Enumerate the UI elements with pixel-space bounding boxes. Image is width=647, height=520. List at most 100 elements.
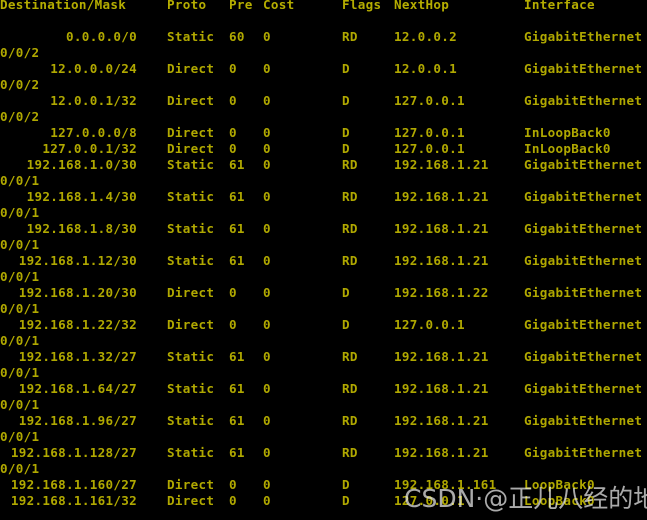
cell-flags: D	[342, 125, 350, 140]
terminal-window[interactable]: Destination/Mask Proto Pre Cost Flags NextHop…	[0, 0, 647, 520]
column-header-cost: Cost	[263, 0, 295, 12]
cell-destination: 127.0.0.1/32	[42, 141, 137, 156]
cell-spacer	[137, 285, 167, 301]
cell-destination: 192.168.1.96/27	[18, 413, 137, 428]
cell-spacer	[137, 317, 167, 333]
table-row: 12.0.0.0/24 Direct 0 0 D 12.0.0.1 GigabitEthe…	[0, 61, 647, 77]
cell-spacer	[137, 157, 167, 173]
cell-pre: 0	[229, 141, 237, 156]
cell-spacer	[137, 125, 167, 141]
cell-flags: D	[342, 493, 350, 508]
cell-flags: RD	[342, 413, 358, 428]
cell-proto: Direct	[167, 125, 215, 140]
table-row: 192.168.1.4/30 Static 61 0 RD 192.168.1.21 Gi…	[0, 189, 647, 205]
cell-interface: InLoopBack0	[524, 141, 611, 156]
cell-nexthop: 192.168.1.21	[394, 381, 489, 396]
cell-proto: Direct	[167, 493, 215, 508]
cell-flags: RD	[342, 29, 358, 44]
cell-proto: Static	[167, 221, 215, 236]
cell-flags: D	[342, 93, 350, 108]
table-row: 0.0.0.0/0 Static 60 0 RD 12.0.0.2 GigabitEthe…	[0, 29, 647, 45]
cell-spacer	[137, 61, 167, 77]
cell-spacer	[137, 221, 167, 237]
interface-wrap-line: 0/0/1	[0, 173, 40, 188]
cell-interface: LoopBack0	[524, 477, 595, 492]
cell-nexthop: 192.168.1.22	[394, 285, 489, 300]
cell-pre: 60	[229, 29, 245, 44]
cell-flags: RD	[342, 253, 358, 268]
cell-interface: LoopBack0	[524, 493, 595, 508]
interface-wrap-line: 0/0/1	[0, 429, 40, 444]
cell-cost: 0	[263, 29, 271, 44]
cell-proto: Static	[167, 189, 215, 204]
table-row: 192.168.1.128/27 Static 61 0 RD 192.168.1.21…	[0, 445, 647, 461]
column-header-flags: Flags	[342, 0, 382, 12]
table-row: 192.168.1.64/27 Static 61 0 RD 192.168.1.21 G…	[0, 381, 647, 397]
table-row: 12.0.0.1/32 Direct 0 0 D 127.0.0.1 GigabitEth…	[0, 93, 647, 109]
cell-pre: 61	[229, 413, 245, 428]
cell-proto: Direct	[167, 477, 215, 492]
cell-proto: Direct	[167, 141, 215, 156]
column-header-proto: Proto	[167, 0, 207, 12]
cell-cost: 0	[263, 221, 271, 236]
cell-cost: 0	[263, 189, 271, 204]
cell-pre: 61	[229, 253, 245, 268]
cell-nexthop: 127.0.0.1	[394, 93, 465, 108]
cell-spacer	[137, 93, 167, 109]
routing-table-header: Destination/Mask Proto Pre Cost Flags NextHop…	[0, 0, 647, 13]
table-row: 192.168.1.0/30 Static 61 0 RD 192.168.1.21 Gi…	[0, 157, 647, 173]
cell-flags: RD	[342, 349, 358, 364]
cell-cost: 0	[263, 285, 271, 300]
cell-interface: GigabitEthernet	[524, 29, 643, 44]
cell-cost: 0	[263, 141, 271, 156]
cell-cost: 0	[263, 413, 271, 428]
cell-proto: Direct	[167, 285, 215, 300]
cell-destination: 0.0.0.0/0	[66, 29, 137, 44]
interface-wrap-line: 0/0/2	[0, 77, 40, 92]
cell-nexthop: 12.0.0.1	[394, 61, 458, 76]
cell-cost: 0	[263, 157, 271, 172]
interface-wrap-line: 0/0/1	[0, 461, 40, 476]
cell-destination: 192.168.1.0/30	[26, 157, 137, 172]
cell-flags: D	[342, 61, 350, 76]
cell-cost: 0	[263, 93, 271, 108]
cell-flags: RD	[342, 189, 358, 204]
interface-wrap-line: 0/0/1	[0, 205, 40, 220]
table-row: 127.0.0.1/32 Direct 0 0 D 127.0.0.1 InLoopBac…	[0, 141, 647, 157]
cell-proto: Static	[167, 253, 215, 268]
cell-pre: 61	[229, 381, 245, 396]
cell-cost: 0	[263, 381, 271, 396]
cell-proto: Static	[167, 381, 215, 396]
cell-flags: RD	[342, 221, 358, 236]
cell-nexthop: 192.168.1.21	[394, 413, 489, 428]
cell-pre: 0	[229, 93, 237, 108]
column-header-interface: Interface	[524, 0, 595, 12]
cell-nexthop: 12.0.0.2	[394, 29, 458, 44]
cell-cost: 0	[263, 125, 271, 140]
table-row: 192.168.1.96/27 Static 61 0 RD 192.168.1.21 G…	[0, 413, 647, 429]
cell-interface: GigabitEthernet	[524, 221, 643, 236]
cell-proto: Static	[167, 157, 215, 172]
cell-proto: Static	[167, 445, 215, 460]
interface-wrap-line: 0/0/2	[0, 45, 40, 60]
cell-destination: 127.0.0.0/8	[50, 125, 137, 140]
cell-proto: Direct	[167, 61, 215, 76]
cell-pre: 0	[229, 285, 237, 300]
column-header-destination: Destination/Mask	[0, 0, 127, 12]
interface-wrap-line: 0/0/1	[0, 397, 40, 412]
cell-destination: 12.0.0.1/32	[50, 93, 137, 108]
cell-proto: Static	[167, 413, 215, 428]
cell-nexthop: 192.168.1.161	[394, 477, 497, 492]
table-row: 192.168.1.160/27 Direct 0 0 D 192.168.1.161 L…	[0, 477, 647, 493]
cell-flags: D	[342, 141, 350, 156]
table-row: 192.168.1.8/30 Static 61 0 RD 192.168.1.21 Gi…	[0, 221, 647, 237]
cell-destination: 192.168.1.128/27	[10, 445, 137, 460]
cell-cost: 0	[263, 493, 271, 508]
cell-spacer	[137, 349, 167, 365]
cell-interface: InLoopBack0	[524, 125, 611, 140]
cell-interface: GigabitEthernet	[524, 285, 643, 300]
cell-interface: GigabitEthernet	[524, 189, 643, 204]
cell-cost: 0	[263, 445, 271, 460]
cell-interface: GigabitEthernet	[524, 381, 643, 396]
